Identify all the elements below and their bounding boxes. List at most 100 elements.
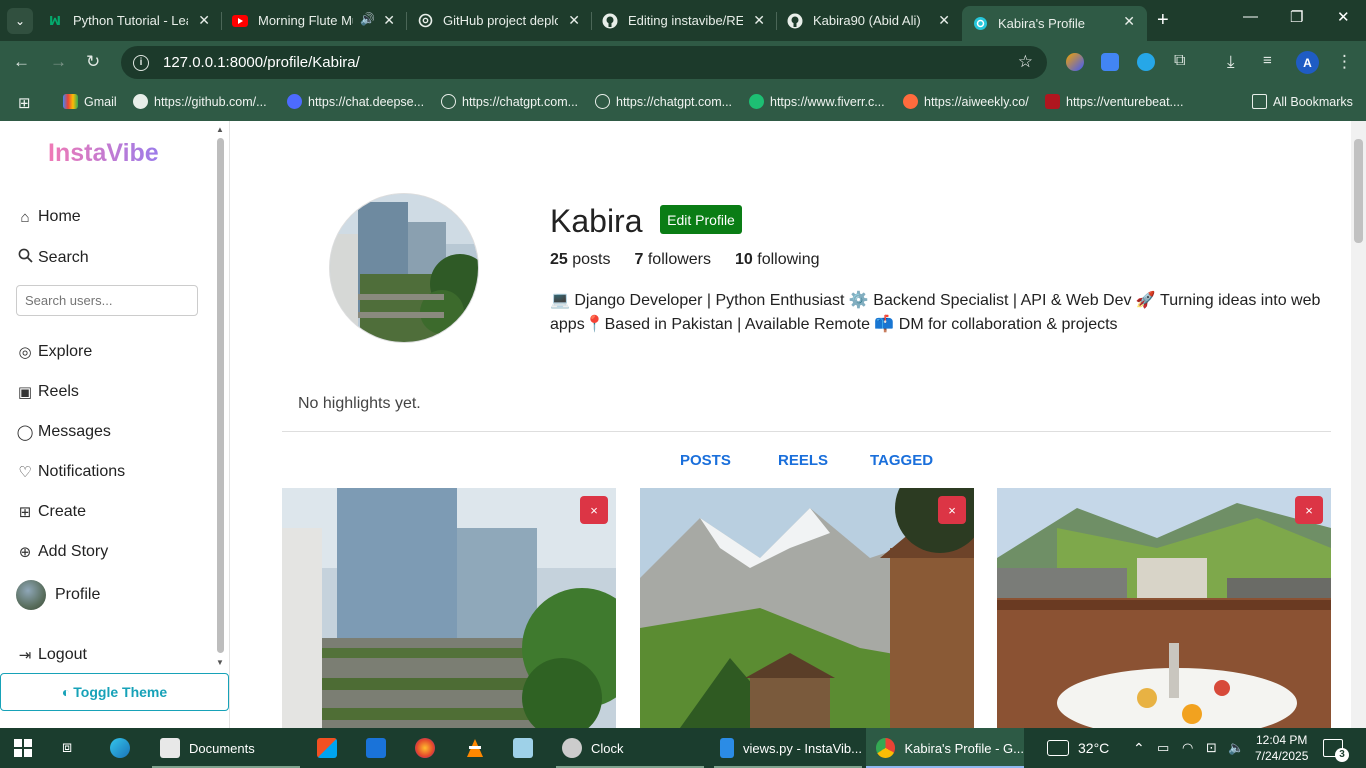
sidebar-item-messages[interactable]: ◯ Messages bbox=[16, 423, 111, 441]
followers-stat[interactable]: 7 followers bbox=[635, 251, 712, 269]
network-icon[interactable]: ⊡ bbox=[1206, 728, 1217, 768]
sidebar-item-explore[interactable]: ◎ Explore bbox=[16, 343, 92, 361]
sidebar-item-add-story[interactable]: ⊕ Add Story bbox=[16, 543, 109, 561]
sidebar-item-reels[interactable]: ▣ Reels bbox=[16, 383, 79, 401]
sidebar-item-notifications[interactable]: ♡ Notifications bbox=[16, 463, 125, 481]
bookmark-star-icon[interactable]: ☆ bbox=[1018, 52, 1033, 72]
bookmark-deepseek[interactable]: https://chat.deepse... bbox=[287, 94, 424, 109]
notification-center[interactable]: 3 bbox=[1323, 728, 1349, 768]
browser-tab-1[interactable]: ꟽ Python Tutorial - Lear ✕ bbox=[37, 0, 222, 41]
tab-title: Editing instavibe/REA bbox=[628, 13, 743, 28]
extension-icon[interactable] bbox=[1066, 53, 1084, 71]
tray-chevron-up-icon[interactable]: ⌃ bbox=[1133, 728, 1145, 768]
forward-icon[interactable]: → bbox=[50, 52, 67, 72]
downloads-icon[interactable]: ⤓ bbox=[1227, 52, 1235, 72]
browser-tab-6-active[interactable]: Kabira's Profile ✕ bbox=[962, 6, 1147, 41]
address-bar[interactable]: i 127.0.0.1:8000/profile/Kabira/ ☆ bbox=[121, 46, 1047, 79]
browser-tab-5[interactable]: Kabira90 (Abid Ali) ✕ bbox=[777, 0, 962, 41]
sidebar-item-home[interactable]: ⌂ Home bbox=[16, 208, 80, 226]
window-close-icon[interactable]: ✕ bbox=[1337, 8, 1350, 26]
minimize-icon[interactable]: — bbox=[1243, 8, 1258, 25]
profile-avatar-large[interactable] bbox=[329, 193, 479, 343]
volume-icon[interactable]: 🔈 bbox=[1228, 728, 1244, 768]
app-logo[interactable]: InstaVibe bbox=[48, 139, 159, 168]
taskbar-documents[interactable]: Documents bbox=[152, 728, 300, 768]
close-icon[interactable]: ✕ bbox=[938, 12, 950, 29]
close-icon[interactable]: ✕ bbox=[568, 12, 580, 29]
bookmark-chatgpt-1[interactable]: https://chatgpt.com... bbox=[441, 94, 578, 109]
close-icon[interactable]: ✕ bbox=[753, 12, 765, 29]
sidebar-item-create[interactable]: ⊞ Create bbox=[16, 503, 86, 521]
close-icon[interactable]: ✕ bbox=[198, 12, 210, 29]
plus-square-icon: ⊞ bbox=[18, 504, 32, 521]
menu-kebab-icon[interactable]: ⋮ bbox=[1336, 52, 1353, 72]
reload-icon[interactable]: ↻ bbox=[86, 52, 100, 72]
bookmark-fiverr[interactable]: https://www.fiverr.c... bbox=[749, 94, 885, 109]
taskbar-clock[interactable]: Clock bbox=[556, 728, 704, 768]
profile-avatar[interactable]: A bbox=[1296, 51, 1319, 74]
download-extension-icon[interactable] bbox=[1137, 53, 1155, 71]
speaker-icon[interactable]: 🔊 bbox=[360, 12, 375, 26]
tab-reels[interactable]: REELS bbox=[778, 452, 828, 469]
delete-post-button[interactable]: × bbox=[1295, 496, 1323, 524]
task-view-icon[interactable]: ⧈ bbox=[62, 728, 72, 768]
vlc-icon[interactable] bbox=[465, 728, 485, 768]
post-thumbnail[interactable]: × bbox=[282, 488, 616, 728]
taskbar-label: Kabira's Profile - G... bbox=[904, 740, 1024, 756]
post-thumbnail[interactable]: × bbox=[997, 488, 1331, 728]
firefox-icon[interactable] bbox=[415, 728, 444, 768]
bookmark-gmail[interactable]: Gmail bbox=[63, 94, 117, 109]
tab-tagged[interactable]: TAGGED bbox=[870, 452, 933, 469]
extensions-puzzle-icon[interactable]: ⧉ bbox=[1174, 52, 1185, 70]
tab-search-button[interactable]: ⌄ bbox=[7, 7, 33, 34]
notepad-icon[interactable] bbox=[513, 728, 542, 768]
browser-tab-3[interactable]: GitHub project deplo ✕ bbox=[407, 0, 592, 41]
plus-circle-icon: ⊕ bbox=[18, 544, 32, 561]
weather-widget[interactable]: 32°C bbox=[1047, 728, 1109, 768]
browser-toolbar: ← → ↻ i 127.0.0.1:8000/profile/Kabira/ ☆… bbox=[0, 41, 1366, 84]
new-tab-icon[interactable]: + bbox=[1157, 9, 1169, 32]
edit-profile-button[interactable]: Edit Profile bbox=[660, 205, 742, 234]
browser-tab-4[interactable]: Editing instavibe/REA ✕ bbox=[592, 0, 777, 41]
sidebar-item-logout[interactable]: ⇥ Logout bbox=[16, 646, 87, 664]
bookmark-venturebeat[interactable]: https://venturebeat.... bbox=[1045, 94, 1183, 109]
delete-post-button[interactable]: × bbox=[938, 496, 966, 524]
search-users-input[interactable] bbox=[16, 285, 198, 316]
sidebar-scrollbar[interactable] bbox=[217, 138, 224, 653]
store-icon[interactable] bbox=[317, 728, 346, 768]
toggle-theme-button[interactable]: ◐ Toggle Theme bbox=[0, 673, 229, 711]
taskbar-chrome[interactable]: Kabira's Profile - G... bbox=[866, 728, 1024, 768]
wifi-icon[interactable]: ◠ bbox=[1182, 728, 1193, 768]
google-translate-icon[interactable] bbox=[1101, 53, 1119, 71]
site-info-icon[interactable]: i bbox=[133, 54, 149, 71]
media-control-icon[interactable]: ≡ bbox=[1263, 52, 1272, 69]
sidebar-item-search[interactable]: Search bbox=[16, 248, 89, 267]
browser-tab-2[interactable]: Morning Flute Mu 🔊 ✕ bbox=[222, 0, 407, 41]
start-button[interactable] bbox=[14, 728, 32, 768]
taskbar-vscode[interactable]: views.py - InstaVib... bbox=[714, 728, 862, 768]
scroll-up-arrow-icon[interactable]: ▲ bbox=[216, 125, 224, 134]
all-bookmarks[interactable]: All Bookmarks bbox=[1252, 94, 1353, 109]
following-stat[interactable]: 10 following bbox=[735, 251, 820, 269]
bookmark-chatgpt-2[interactable]: https://chatgpt.com... bbox=[595, 94, 732, 109]
system-clock[interactable]: 12:04 PM 7/24/2025 bbox=[1255, 728, 1308, 768]
delete-post-button[interactable]: × bbox=[580, 496, 608, 524]
url-text[interactable]: 127.0.0.1:8000/profile/Kabira/ bbox=[163, 54, 360, 71]
chatgpt-icon bbox=[595, 94, 610, 109]
bookmark-aiweekly[interactable]: https://aiweekly.co/ bbox=[903, 94, 1029, 109]
scroll-down-arrow-icon[interactable]: ▼ bbox=[216, 658, 224, 667]
battery-icon[interactable]: ▭ bbox=[1157, 728, 1169, 768]
mail-icon[interactable] bbox=[366, 728, 395, 768]
tab-posts[interactable]: POSTS bbox=[680, 452, 731, 469]
sidebar-item-profile[interactable]: Profile bbox=[16, 580, 100, 610]
edge-icon[interactable] bbox=[110, 728, 139, 768]
restore-icon[interactable]: ❐ bbox=[1290, 8, 1303, 26]
page-scrollbar-thumb[interactable] bbox=[1354, 139, 1363, 243]
post-thumbnail[interactable]: × bbox=[640, 488, 974, 728]
close-icon[interactable]: ✕ bbox=[383, 12, 395, 29]
posts-stat[interactable]: 25 posts bbox=[550, 251, 611, 269]
bookmark-github[interactable]: https://github.com/... bbox=[133, 94, 267, 109]
close-icon[interactable]: ✕ bbox=[1123, 13, 1135, 30]
back-icon[interactable]: ← bbox=[13, 52, 30, 72]
apps-grid-icon[interactable]: ⊞ bbox=[18, 94, 31, 112]
